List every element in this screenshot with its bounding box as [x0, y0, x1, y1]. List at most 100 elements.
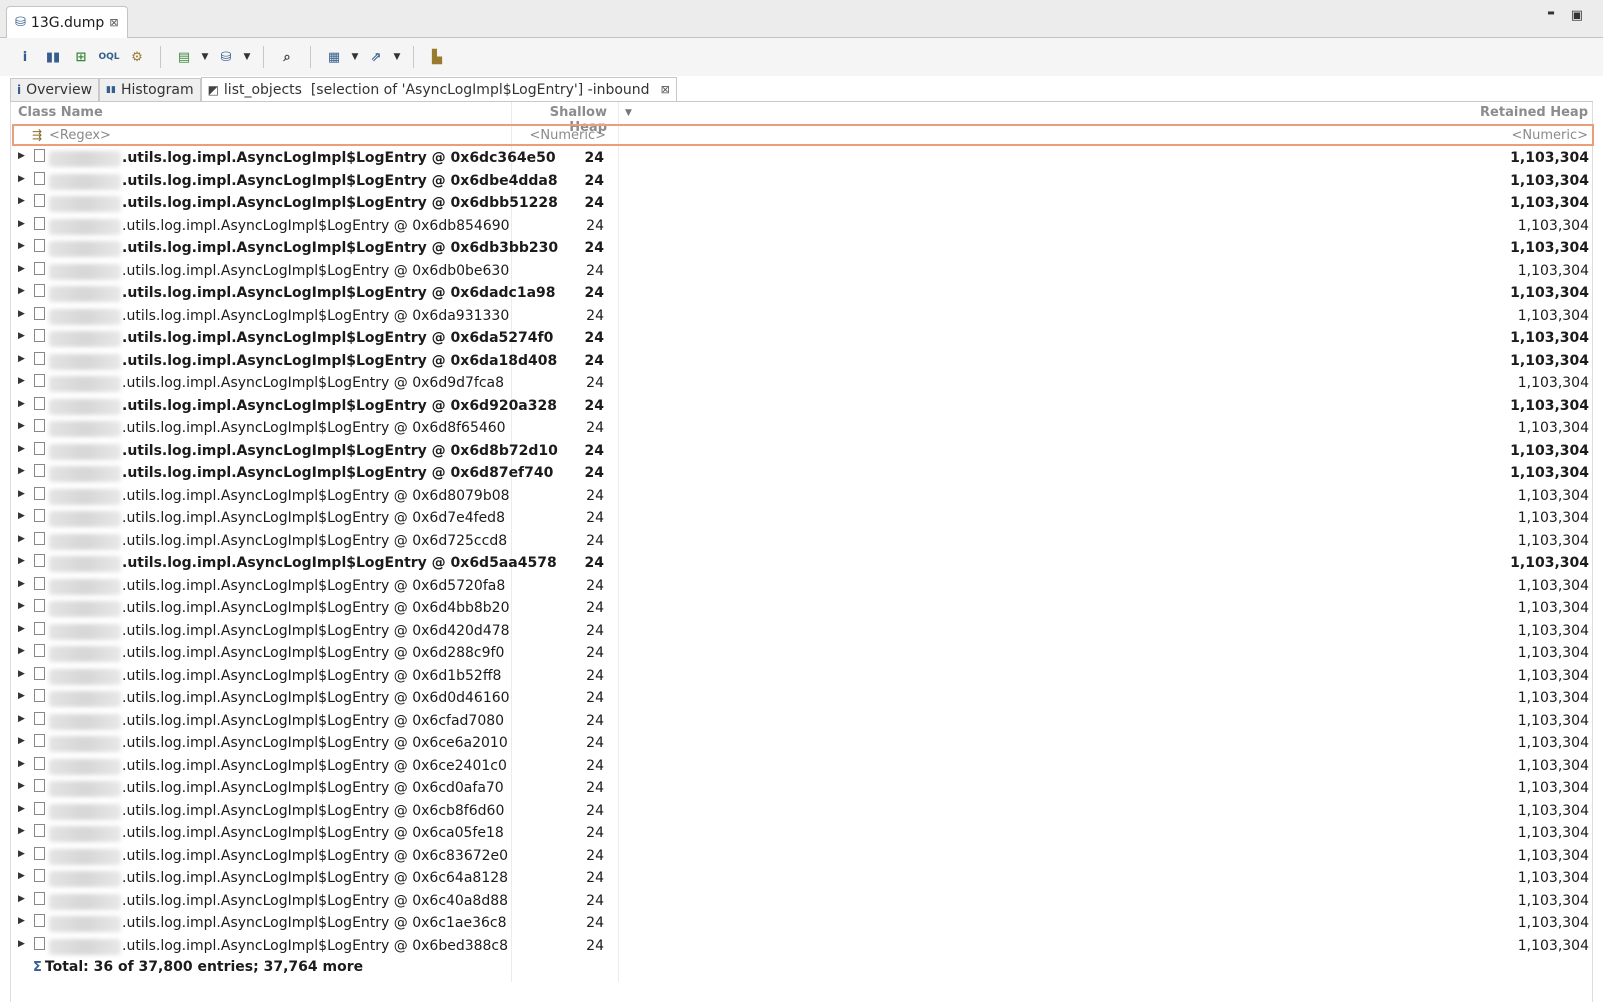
table-row[interactable]: ▶ .utils.log.impl.AsyncLogImpl$LogEntry @…: [11, 283, 1594, 306]
table-row[interactable]: ▶ .utils.log.impl.AsyncLogImpl$LogEntry @…: [11, 891, 1594, 914]
table-row[interactable]: ▶ .utils.log.impl.AsyncLogImpl$LogEntry @…: [11, 643, 1594, 666]
tab-histogram[interactable]: ▮▮ Histogram: [99, 78, 201, 101]
chevron-down-icon[interactable]: ▼: [199, 44, 211, 70]
export-icon[interactable]: ⇗: [363, 44, 389, 70]
table-row[interactable]: ▶ .utils.log.impl.AsyncLogImpl$LogEntry @…: [11, 666, 1594, 689]
expand-arrow-icon[interactable]: ▶: [18, 444, 25, 454]
info-icon[interactable]: i: [12, 44, 38, 70]
table-row[interactable]: ▶ .utils.log.impl.AsyncLogImpl$LogEntry @…: [11, 801, 1594, 824]
expand-arrow-icon[interactable]: ▶: [18, 579, 25, 589]
table-row[interactable]: ▶ .utils.log.impl.AsyncLogImpl$LogEntry @…: [11, 598, 1594, 621]
expand-arrow-icon[interactable]: ▶: [18, 556, 25, 566]
expand-arrow-icon[interactable]: ▶: [18, 196, 25, 206]
expand-arrow-icon[interactable]: ▶: [18, 354, 25, 364]
expand-arrow-icon[interactable]: ▶: [18, 894, 25, 904]
expand-arrow-icon[interactable]: ▶: [18, 376, 25, 386]
expand-arrow-icon[interactable]: ▶: [18, 736, 25, 746]
shallow-heap-filter-input[interactable]: <Numeric>: [514, 128, 606, 143]
expand-arrow-icon[interactable]: ▶: [18, 849, 25, 859]
expand-arrow-icon[interactable]: ▶: [18, 309, 25, 319]
expand-arrow-icon[interactable]: ▶: [18, 624, 25, 634]
tab-list-objects[interactable]: ◩ list_objects [selection of 'AsyncLogIm…: [200, 77, 677, 101]
calculator-icon[interactable]: ▦: [321, 44, 347, 70]
expand-arrow-icon[interactable]: ▶: [18, 939, 25, 949]
table-row[interactable]: ▶ .utils.log.impl.AsyncLogImpl$LogEntry @…: [11, 148, 1594, 171]
table-row[interactable]: ▶ .utils.log.impl.AsyncLogImpl$LogEntry @…: [11, 261, 1594, 284]
table-row[interactable]: ▶ .utils.log.impl.AsyncLogImpl$LogEntry @…: [11, 216, 1594, 239]
editor-tab-heap-dump[interactable]: ⛁ 13G.dump ⊠: [6, 6, 128, 38]
expand-arrow-icon[interactable]: ▶: [18, 489, 25, 499]
expand-arrow-icon[interactable]: ▶: [18, 399, 25, 409]
column-header-class-name[interactable]: Class Name: [18, 105, 103, 120]
retained-heap-filter-input[interactable]: <Numeric>: [1511, 128, 1588, 143]
tab-overview[interactable]: i Overview: [10, 78, 100, 101]
close-icon[interactable]: ⊠: [109, 16, 118, 29]
table-row[interactable]: ▶ .utils.log.impl.AsyncLogImpl$LogEntry @…: [11, 463, 1594, 486]
table-row[interactable]: ▶ .utils.log.impl.AsyncLogImpl$LogEntry @…: [11, 396, 1594, 419]
expand-arrow-icon[interactable]: ▶: [18, 781, 25, 791]
expand-arrow-icon[interactable]: ▶: [18, 264, 25, 274]
minimize-icon[interactable]: ▬: [1547, 8, 1555, 23]
table-row[interactable]: ▶ .utils.log.impl.AsyncLogImpl$LogEntry @…: [11, 733, 1594, 756]
expand-arrow-icon[interactable]: ▶: [18, 331, 25, 341]
class-name-filter-input[interactable]: <Regex>: [49, 128, 111, 143]
table-row[interactable]: ▶ .utils.log.impl.AsyncLogImpl$LogEntry @…: [11, 486, 1594, 509]
table-row[interactable]: ▶ .utils.log.impl.AsyncLogImpl$LogEntry @…: [11, 306, 1594, 329]
table-row[interactable]: ▶ .utils.log.impl.AsyncLogImpl$LogEntry @…: [11, 441, 1594, 464]
table-row[interactable]: ▶ .utils.log.impl.AsyncLogImpl$LogEntry @…: [11, 373, 1594, 396]
expand-arrow-icon[interactable]: ▶: [18, 534, 25, 544]
expand-arrow-icon[interactable]: ▶: [18, 646, 25, 656]
table-row[interactable]: ▶ .utils.log.impl.AsyncLogImpl$LogEntry @…: [11, 868, 1594, 891]
table-row[interactable]: ▶ .utils.log.impl.AsyncLogImpl$LogEntry @…: [11, 328, 1594, 351]
table-row[interactable]: ▶ .utils.log.impl.AsyncLogImpl$LogEntry @…: [11, 351, 1594, 374]
column-header-retained-heap[interactable]: Retained Heap: [1480, 105, 1588, 120]
chevron-down-icon[interactable]: ▼: [349, 44, 361, 70]
expand-arrow-icon[interactable]: ▶: [18, 669, 25, 679]
maximize-icon[interactable]: ▣: [1571, 8, 1583, 23]
table-row[interactable]: ▶ .utils.log.impl.AsyncLogImpl$LogEntry @…: [11, 913, 1594, 936]
chevron-down-icon[interactable]: ▼: [241, 44, 253, 70]
close-icon[interactable]: ⊠: [661, 83, 670, 96]
table-row[interactable]: ▶ .utils.log.impl.AsyncLogImpl$LogEntry @…: [11, 688, 1594, 711]
expand-arrow-icon[interactable]: ▶: [18, 826, 25, 836]
table-row[interactable]: ▶ .utils.log.impl.AsyncLogImpl$LogEntry @…: [11, 846, 1594, 869]
table-row[interactable]: ▶ .utils.log.impl.AsyncLogImpl$LogEntry @…: [11, 238, 1594, 261]
histogram-icon[interactable]: ▮▮: [40, 44, 66, 70]
table-row[interactable]: ▶ .utils.log.impl.AsyncLogImpl$LogEntry @…: [11, 418, 1594, 441]
expand-arrow-icon[interactable]: ▶: [18, 916, 25, 926]
table-row[interactable]: ▶ .utils.log.impl.AsyncLogImpl$LogEntry @…: [11, 193, 1594, 216]
run-report-icon[interactable]: ▤: [171, 44, 197, 70]
table-row[interactable]: ▶ .utils.log.impl.AsyncLogImpl$LogEntry @…: [11, 823, 1594, 846]
table-row[interactable]: ▶ .utils.log.impl.AsyncLogImpl$LogEntry @…: [11, 778, 1594, 801]
expand-arrow-icon[interactable]: ▶: [18, 759, 25, 769]
expand-arrow-icon[interactable]: ▶: [18, 421, 25, 431]
expand-arrow-icon[interactable]: ▶: [18, 151, 25, 161]
table-row[interactable]: ▶ .utils.log.impl.AsyncLogImpl$LogEntry @…: [11, 576, 1594, 599]
table-row[interactable]: ▶ .utils.log.impl.AsyncLogImpl$LogEntry @…: [11, 553, 1594, 576]
chevron-down-icon[interactable]: ▼: [391, 44, 403, 70]
expand-arrow-icon[interactable]: ▶: [18, 286, 25, 296]
oql-icon[interactable]: OQL: [96, 44, 122, 70]
search-icon[interactable]: ⌕: [274, 44, 300, 70]
dominator-tree-icon[interactable]: ⊞: [68, 44, 94, 70]
table-row[interactable]: ▶ .utils.log.impl.AsyncLogImpl$LogEntry @…: [11, 936, 1594, 959]
table-row[interactable]: ▶ .utils.log.impl.AsyncLogImpl$LogEntry @…: [11, 508, 1594, 531]
expand-arrow-icon[interactable]: ▶: [18, 804, 25, 814]
table-row[interactable]: ▶ .utils.log.impl.AsyncLogImpl$LogEntry @…: [11, 531, 1594, 554]
expand-arrow-icon[interactable]: ▶: [18, 691, 25, 701]
expand-arrow-icon[interactable]: ▶: [18, 601, 25, 611]
query-browser-icon[interactable]: ⛁: [213, 44, 239, 70]
group-icon[interactable]: ▙: [424, 44, 450, 70]
expand-arrow-icon[interactable]: ▶: [18, 241, 25, 251]
table-row[interactable]: ▶ .utils.log.impl.AsyncLogImpl$LogEntry @…: [11, 756, 1594, 779]
expand-arrow-icon[interactable]: ▶: [18, 871, 25, 881]
expand-arrow-icon[interactable]: ▶: [18, 466, 25, 476]
table-row[interactable]: ▶ .utils.log.impl.AsyncLogImpl$LogEntry @…: [11, 171, 1594, 194]
table-row[interactable]: ▶ .utils.log.impl.AsyncLogImpl$LogEntry @…: [11, 621, 1594, 644]
expand-arrow-icon[interactable]: ▶: [18, 714, 25, 724]
expand-arrow-icon[interactable]: ▶: [18, 219, 25, 229]
expand-arrow-icon[interactable]: ▶: [18, 174, 25, 184]
table-row[interactable]: ▶ .utils.log.impl.AsyncLogImpl$LogEntry @…: [11, 711, 1594, 734]
heap-dump-details-icon[interactable]: ⚙: [124, 44, 150, 70]
expand-arrow-icon[interactable]: ▶: [18, 511, 25, 521]
